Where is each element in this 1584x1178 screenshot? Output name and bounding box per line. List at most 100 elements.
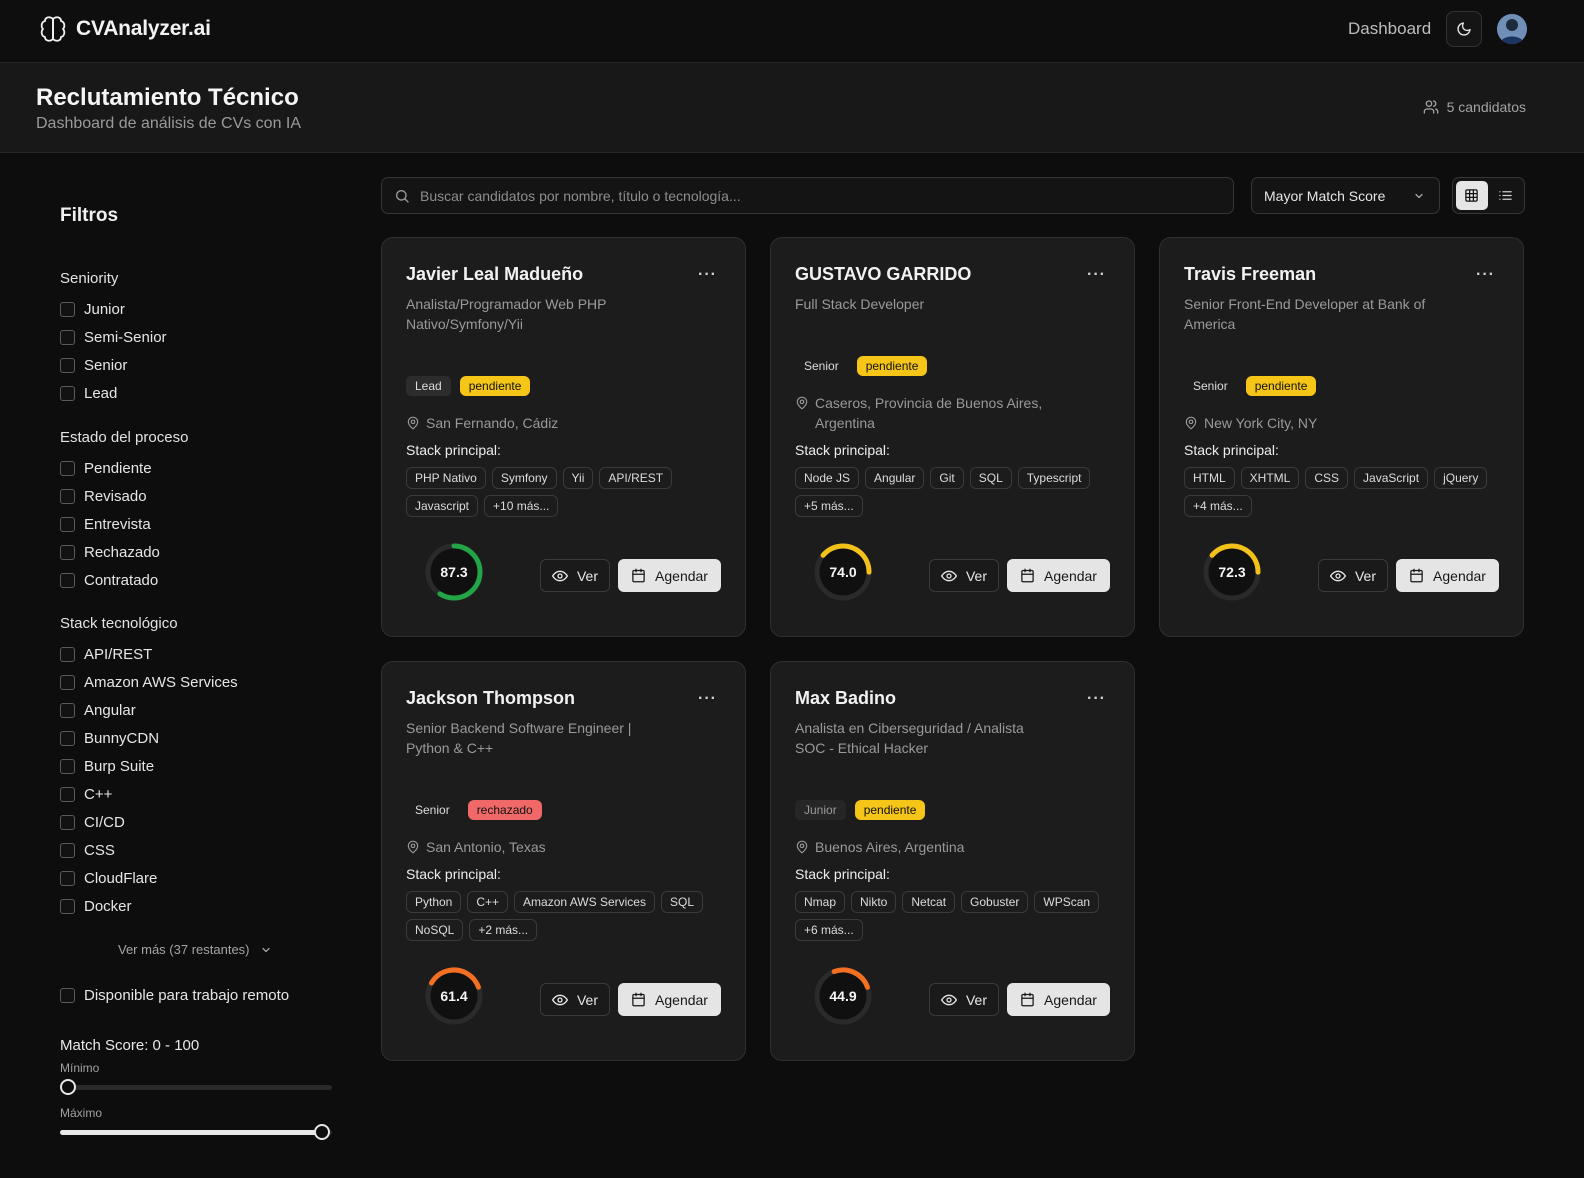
list-view-button[interactable] [1490,181,1522,210]
view-candidate-button[interactable]: Ver [540,983,610,1016]
filter-cpp[interactable]: C++ [60,786,112,803]
checkbox[interactable] [60,647,75,662]
min-score-slider[interactable] [60,1079,332,1095]
candidate-name[interactable]: GUSTAVO GARRIDO [795,264,971,285]
view-candidate-button[interactable]: Ver [540,559,610,592]
filter-senior[interactable]: Senior [60,357,127,374]
filters-title: Filtros [60,205,119,226]
checkbox[interactable] [60,386,75,401]
map-pin-icon [796,840,808,854]
grid-view-button[interactable] [1456,181,1488,210]
filter-revisado[interactable]: Revisado [60,488,147,505]
more-options-icon[interactable]: ··· [1087,690,1106,708]
stack-chip: Typescript [1017,467,1091,489]
filter-semi-senior[interactable]: Semi-Senior [60,329,167,346]
filter-burp-suite[interactable]: Burp Suite [60,758,154,775]
filter-label: Entrevista [84,516,151,533]
filter-css[interactable]: CSS [60,842,115,859]
filter-label: Junior [84,301,125,318]
schedule-button[interactable]: Agendar [618,559,721,592]
search-input[interactable] [420,187,1200,204]
checkbox[interactable] [60,759,75,774]
checkbox[interactable] [60,330,75,345]
more-options-icon[interactable]: ··· [698,266,717,284]
checkbox[interactable] [60,899,75,914]
show-more-stack-button[interactable]: Ver más (37 restantes) [118,942,272,957]
more-stack-chip[interactable]: +5 más... [795,495,863,517]
filter-remote[interactable]: Disponible para trabajo remoto [60,987,289,1004]
checkbox[interactable] [60,988,75,1003]
more-stack-chip[interactable]: +10 más... [484,495,559,517]
user-avatar[interactable] [1497,14,1527,44]
candidate-name[interactable]: Travis Freeman [1184,264,1316,285]
more-options-icon[interactable]: ··· [1087,266,1106,284]
view-candidate-button[interactable]: Ver [1318,559,1388,592]
checkbox[interactable] [60,731,75,746]
checkbox[interactable] [60,703,75,718]
filter-docker[interactable]: Docker [60,898,132,915]
filter-bunnycdn[interactable]: BunnyCDN [60,730,159,747]
filter-label: Lead [84,385,118,402]
filter-label: Disponible para trabajo remoto [84,987,290,1004]
schedule-button[interactable]: Agendar [1396,559,1499,592]
checkbox[interactable] [60,517,75,532]
filter-rechazado[interactable]: Rechazado [60,544,160,561]
more-stack-chip[interactable]: +4 más... [1184,495,1252,517]
checkbox[interactable] [60,815,75,830]
candidate-name[interactable]: Jackson Thompson [406,688,575,709]
candidate-title: Analista/Programador Web PHP Nativo/Symf… [406,296,607,332]
checkbox[interactable] [60,489,75,504]
max-slider-label: Máximo [60,1106,103,1120]
stack-chips: PHP Nativo Symfony Yii API/REST Javascri… [406,467,726,517]
checkbox[interactable] [60,545,75,560]
sort-select[interactable]: Mayor Match Score [1251,177,1440,214]
max-score-slider[interactable] [60,1124,332,1140]
checkbox[interactable] [60,302,75,317]
checkbox[interactable] [60,843,75,858]
filter-ci-cd[interactable]: CI/CD [60,814,125,831]
min-slider-thumb[interactable] [60,1079,76,1095]
candidate-name[interactable]: Javier Leal Madueño [406,264,583,285]
view-candidate-button[interactable]: Ver [929,983,999,1016]
filter-aws[interactable]: Amazon AWS Services [60,674,238,691]
schedule-button[interactable]: Agendar [618,983,721,1016]
candidate-location: San Fernando, Cádiz [406,413,706,433]
stack-chips: Python C++ Amazon AWS Services SQL NoSQL… [406,891,726,941]
more-options-icon[interactable]: ··· [1476,266,1495,284]
candidate-card[interactable]: Javier Leal Madueño ··· Analista/Program… [381,237,746,637]
checkbox[interactable] [60,358,75,373]
candidate-card[interactable]: Max Badino ··· Analista en Cibersegurida… [770,661,1135,1061]
filter-lead[interactable]: Lead [60,385,117,402]
filter-angular[interactable]: Angular [60,702,136,719]
candidate-card[interactable]: Jackson Thompson ··· Senior Backend Soft… [381,661,746,1061]
map-pin-icon [796,396,808,410]
checkbox[interactable] [60,787,75,802]
checkbox[interactable] [60,675,75,690]
schedule-button[interactable]: Agendar [1007,983,1110,1016]
filter-contratado[interactable]: Contratado [60,572,158,589]
more-options-icon[interactable]: ··· [698,690,717,708]
theme-toggle-button[interactable] [1446,11,1482,47]
filter-api-rest[interactable]: API/REST [60,646,152,663]
max-slider-thumb[interactable] [314,1124,330,1140]
filter-cloudflare[interactable]: CloudFlare [60,870,157,887]
checkbox[interactable] [60,573,75,588]
schedule-button[interactable]: Agendar [1007,559,1110,592]
nav-dashboard-link[interactable]: Dashboard [1348,19,1431,39]
stack-chips: Node JS Angular Git SQL Typescript +5 má… [795,467,1115,517]
view-candidate-button[interactable]: Ver [929,559,999,592]
brain-icon [40,16,66,42]
filter-junior[interactable]: Junior [60,301,125,318]
checkbox[interactable] [60,461,75,476]
match-score-value: 44.9 [829,988,857,1004]
filter-pendiente[interactable]: Pendiente [60,460,152,477]
filter-entrevista[interactable]: Entrevista [60,516,151,533]
checkbox[interactable] [60,871,75,886]
candidate-card[interactable]: GUSTAVO GARRIDO ··· Full Stack Developer… [770,237,1135,637]
candidate-card[interactable]: Travis Freeman ··· Senior Front-End Deve… [1159,237,1524,637]
level-badge: Senior [1193,379,1228,393]
more-stack-chip[interactable]: +2 más... [469,919,538,941]
candidate-name[interactable]: Max Badino [795,688,896,709]
more-stack-chip[interactable]: +6 más... [795,919,863,941]
app-logo[interactable]: CVAnalyzer.ai [38,14,211,44]
